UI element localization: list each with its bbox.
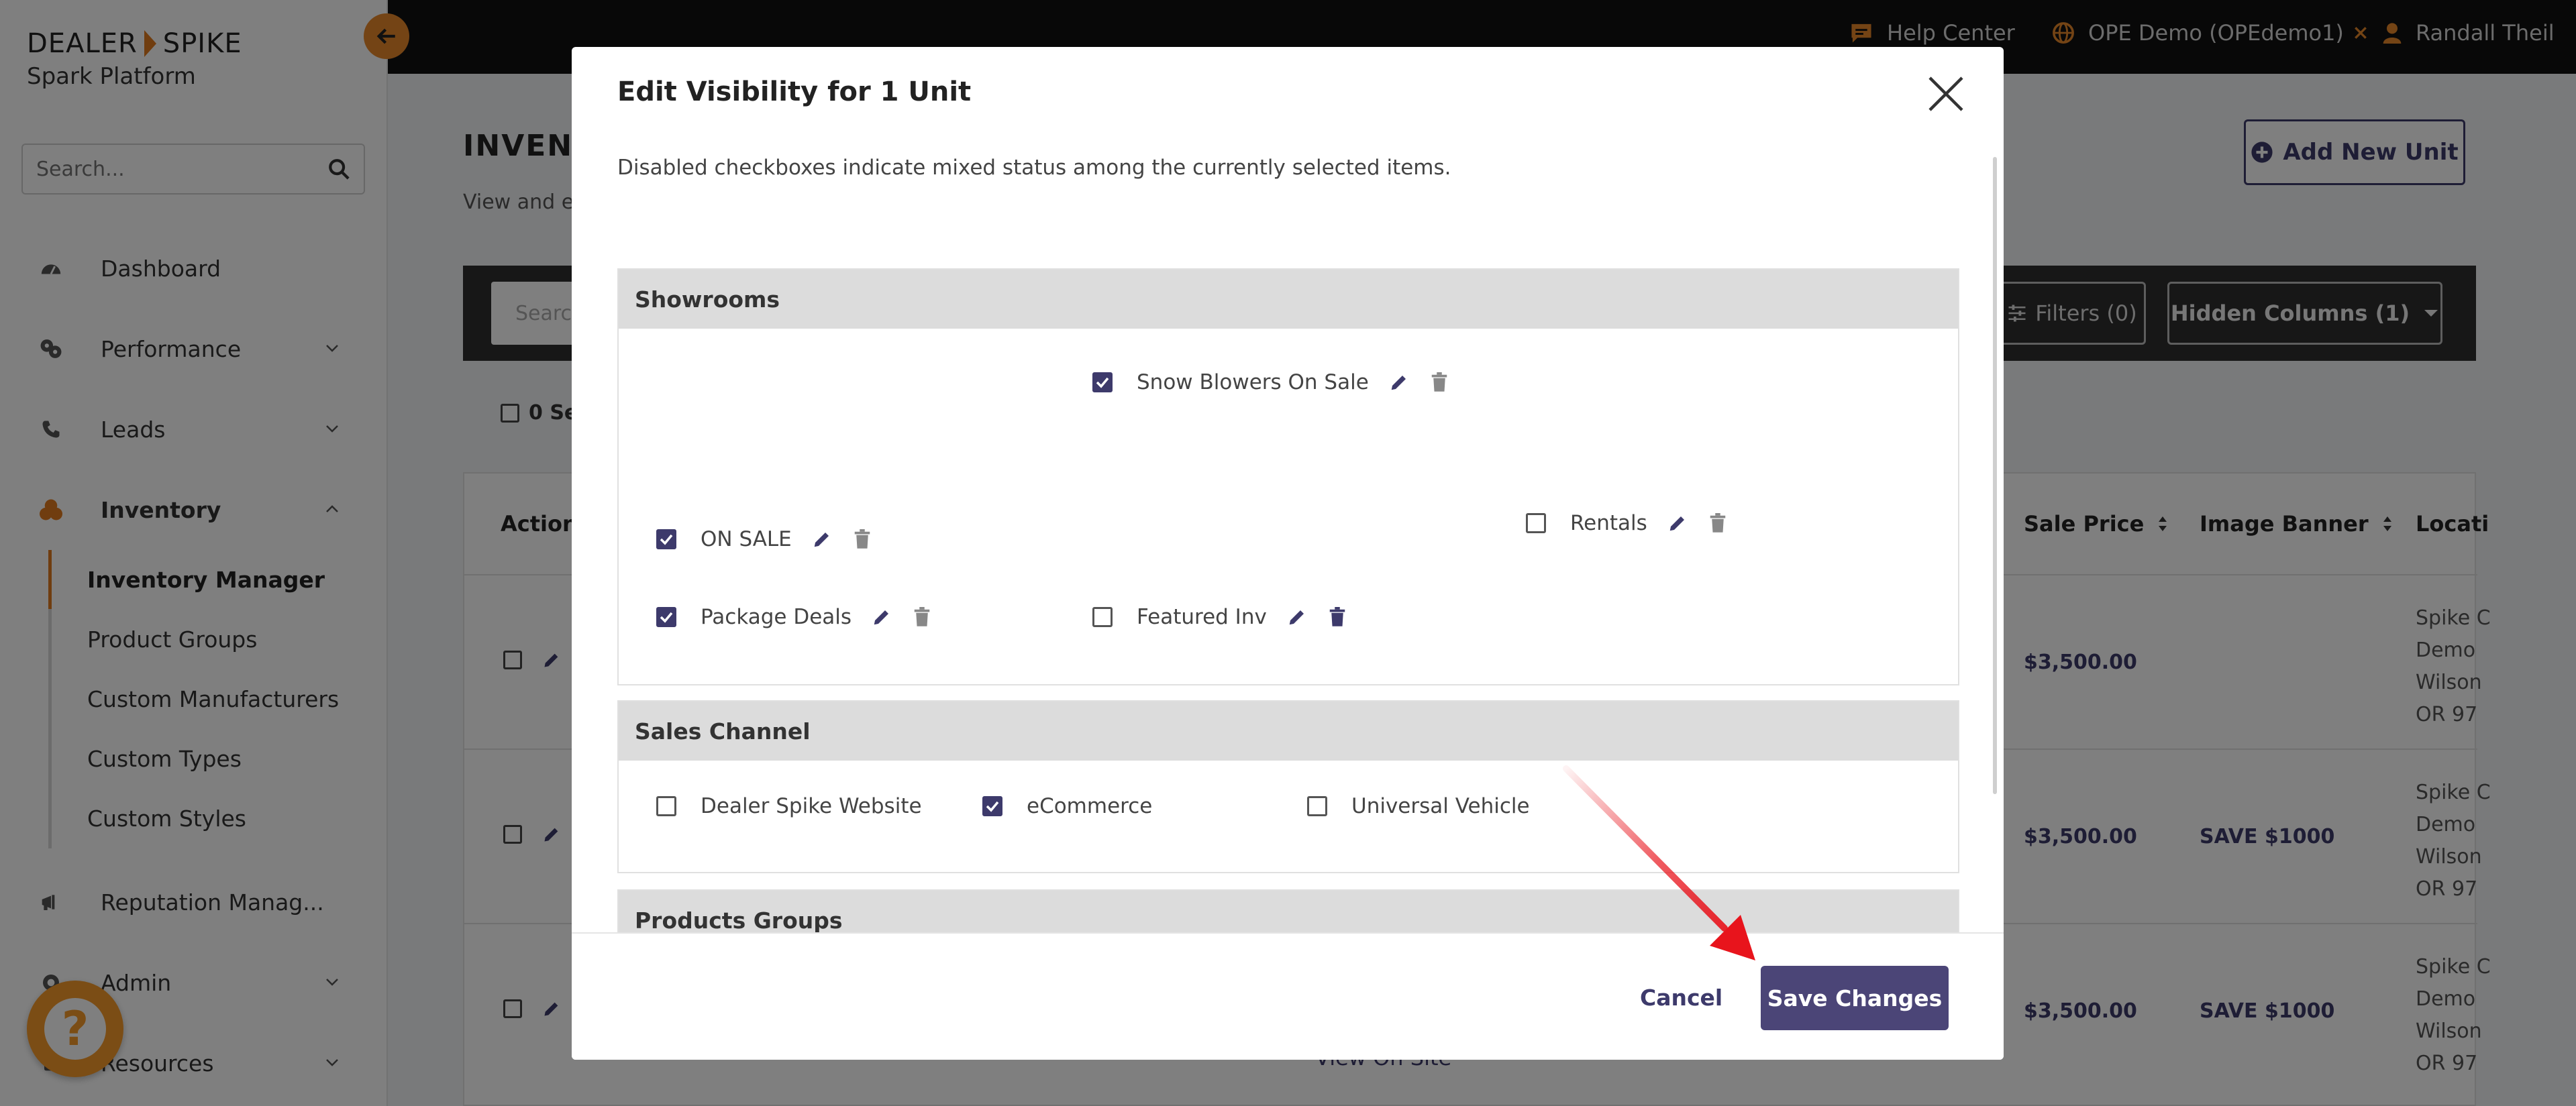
section-title: Showrooms — [619, 270, 1958, 329]
pencil-icon[interactable] — [812, 529, 832, 549]
trash-icon[interactable] — [854, 529, 871, 549]
showroom-option: Featured Inv — [1092, 605, 1346, 629]
trash-icon[interactable] — [913, 607, 931, 627]
option-checkbox[interactable] — [1092, 372, 1113, 392]
modal-note: Disabled checkboxes indicate mixed statu… — [617, 156, 1451, 180]
checkmark-icon — [660, 612, 673, 623]
showroom-option: Rentals — [1526, 511, 1727, 535]
checkmark-icon — [1096, 377, 1109, 388]
showroom-option: Snow Blowers On Sale — [1092, 370, 1448, 394]
checkmark-icon — [660, 534, 673, 545]
sales-channel-option: Dealer Spike Website — [656, 794, 922, 818]
showrooms-section: Showrooms Snow Blowers On Sale ON SALE R… — [617, 268, 1959, 685]
showroom-option: Package Deals — [656, 605, 931, 629]
option-checkbox[interactable] — [1526, 513, 1546, 533]
option-checkbox[interactable] — [656, 796, 676, 816]
option-checkbox[interactable] — [982, 796, 1002, 816]
cancel-button[interactable]: Cancel — [1640, 985, 1722, 1011]
option-checkbox[interactable] — [1307, 796, 1327, 816]
modal-body: Showrooms Snow Blowers On Sale ON SALE R… — [617, 221, 1959, 979]
option-checkbox[interactable] — [656, 529, 676, 549]
modal-footer: Cancel Save Changes — [572, 932, 2004, 1060]
sales-channel-option: eCommerce — [982, 794, 1152, 818]
pencil-icon[interactable] — [1287, 607, 1307, 627]
pencil-icon[interactable] — [872, 607, 892, 627]
trash-icon[interactable] — [1431, 372, 1448, 392]
save-changes-button[interactable]: Save Changes — [1761, 966, 1949, 1030]
option-checkbox[interactable] — [656, 607, 676, 627]
option-checkbox[interactable] — [1092, 607, 1113, 627]
pencil-icon[interactable] — [1667, 513, 1688, 533]
edit-visibility-modal: Edit Visibility for 1 Unit Disabled chec… — [572, 47, 2004, 1060]
showroom-option: ON SALE — [656, 527, 871, 551]
trash-icon[interactable] — [1709, 513, 1727, 533]
section-title: Sales Channel — [619, 702, 1958, 761]
checkmark-icon — [986, 801, 999, 812]
close-icon[interactable] — [1926, 74, 1966, 114]
trash-icon[interactable] — [1329, 607, 1346, 627]
sales-channel-section: Sales Channel Dealer Spike Website eComm… — [617, 700, 1959, 873]
sales-channel-option: Universal Vehicle — [1307, 794, 1530, 818]
pencil-icon[interactable] — [1389, 372, 1409, 392]
modal-scrollbar[interactable] — [1993, 157, 1997, 794]
modal-title: Edit Visibility for 1 Unit — [617, 76, 972, 107]
